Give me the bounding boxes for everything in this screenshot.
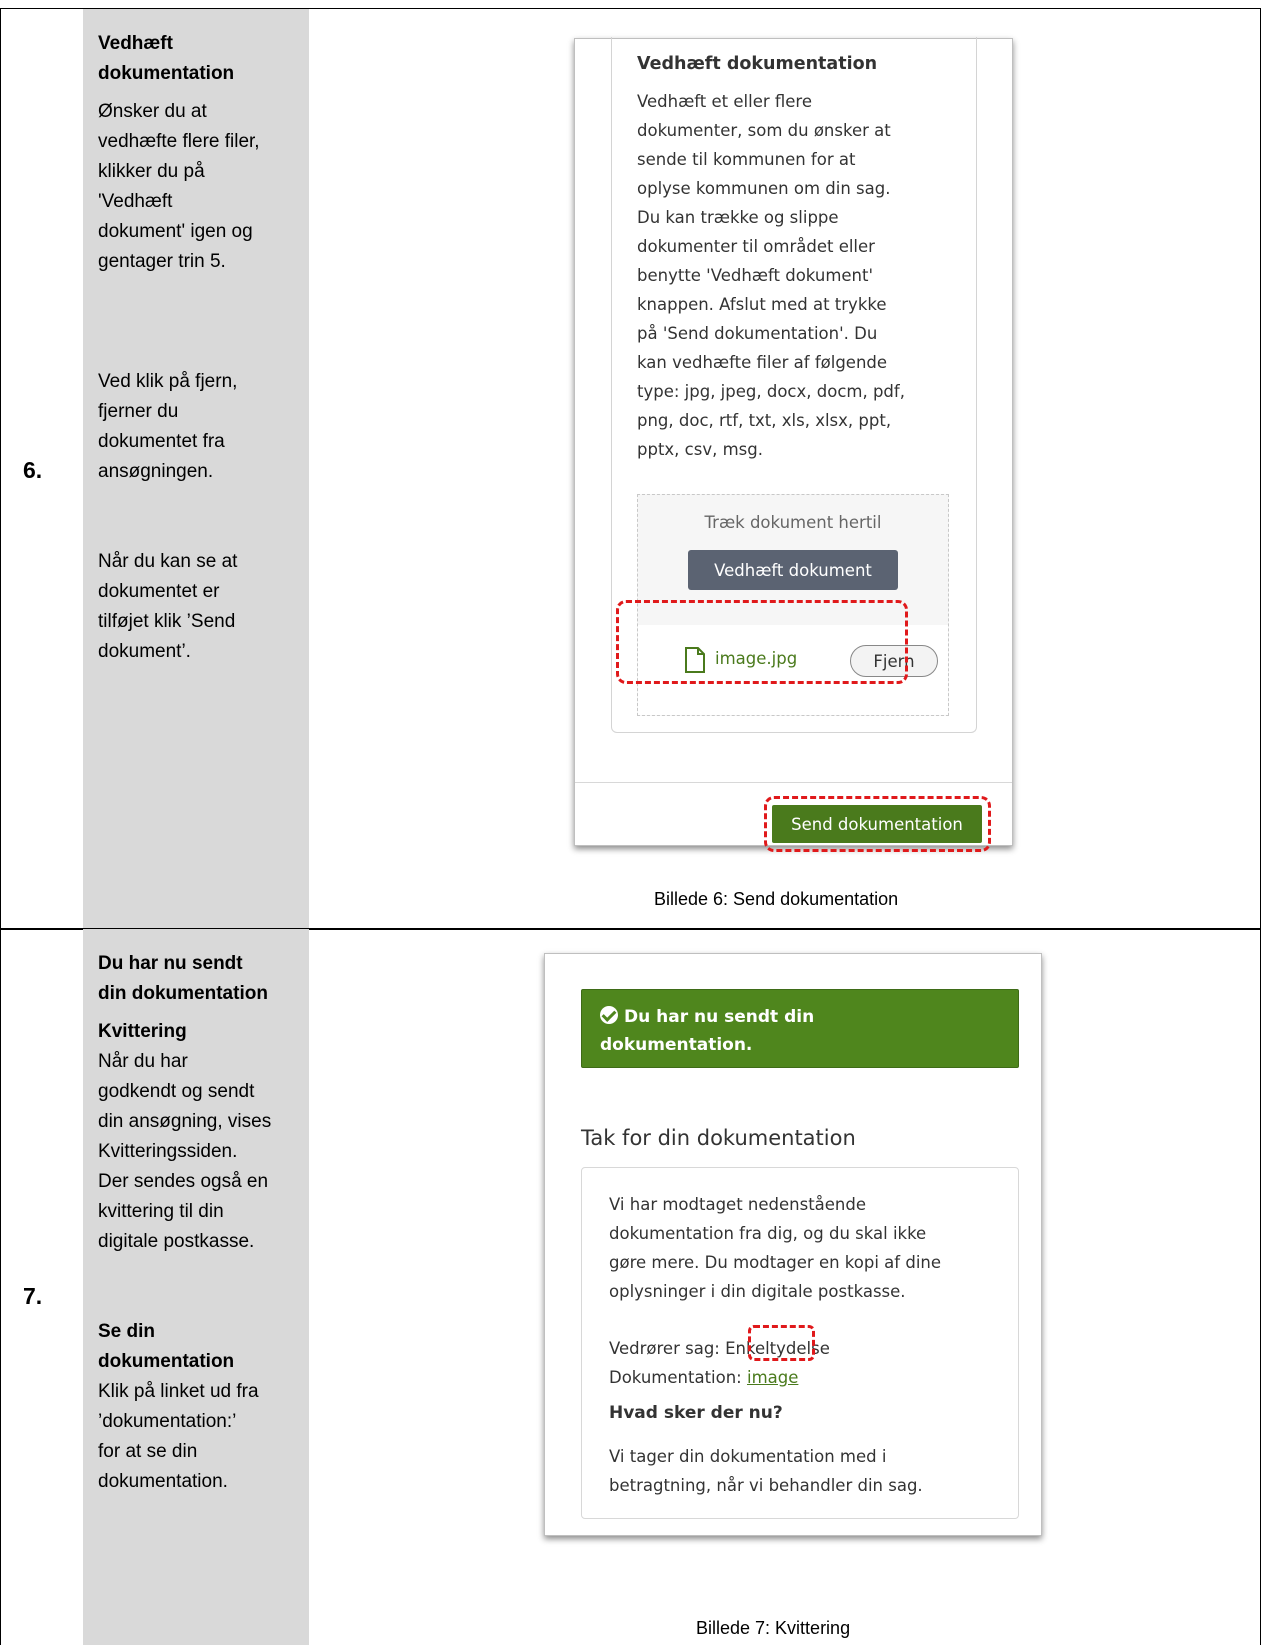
attach-documents-screenshot: Vedhæft dokumentation Vedhæft et eller f… bbox=[574, 37, 1013, 852]
next-steps-text: Vi tager din dokumentation med i betragtn… bbox=[609, 1447, 923, 1495]
attach-document-button[interactable]: Vedhæft dokument bbox=[688, 550, 898, 590]
instruction-paragraph: Når du har godkendt og sendt din ansøgning… bbox=[98, 1051, 272, 1252]
instruction-heading: Vedhæft dokumentation bbox=[98, 33, 235, 84]
instruction-subheading: Kvittering bbox=[98, 1021, 187, 1042]
instruction-paragraph: Når du kan se at dokumentet er tilføjet kl… bbox=[98, 551, 238, 662]
receipt-screenshot: Du har nu sendt din dokumentation. Tak fo… bbox=[544, 953, 1042, 1536]
panel-description: Vedhæft et eller flere dokumenter, som du… bbox=[637, 92, 905, 459]
receipt-heading: Tak for din dokumentation bbox=[581, 1126, 856, 1150]
instruction-text: Vedhæft dokumentation Ønsker du at vedhæft… bbox=[98, 29, 298, 667]
check-circle-icon bbox=[600, 1006, 618, 1024]
instruction-paragraph: Ønsker du at vedhæfte flere filer, klikker… bbox=[98, 101, 260, 272]
figure-caption: Billede 6: Send dokumentation bbox=[654, 889, 899, 909]
step-number: 7. bbox=[23, 1283, 43, 1309]
drop-zone-label: Træk dokument hertil bbox=[704, 513, 882, 532]
highlight-file-row bbox=[616, 600, 908, 684]
instruction-text: Du har nu sendt din dokumentation Kvitter… bbox=[98, 949, 298, 1497]
highlight-send-button bbox=[764, 796, 991, 852]
instruction-heading: Du har nu sendt din dokumentation bbox=[98, 953, 268, 1004]
instruction-paragraph: Klik på linket ud fra’dokumentation:’ for… bbox=[98, 1381, 259, 1492]
panel-title: Vedhæft dokumentation bbox=[637, 54, 878, 74]
instruction-subheading: Se din dokumentation bbox=[98, 1321, 235, 1372]
instruction-paragraph: Ved klik på fjern, fjerner du dokumentet f… bbox=[98, 371, 238, 482]
receipt-message: Vi har modtaget nedenstående dokumentatio… bbox=[609, 1195, 942, 1301]
documentation-label: Dokumentation: bbox=[609, 1368, 747, 1387]
next-steps-heading: Hvad sker der nu? bbox=[609, 1403, 783, 1423]
success-banner: Du har nu sendt din dokumentation. bbox=[581, 989, 1019, 1068]
step-number: 6. bbox=[23, 457, 43, 483]
step-6-row: 6. Vedhæft dokumentation Ønsker du at vedh… bbox=[0, 8, 1261, 930]
highlight-documentation-link bbox=[748, 1325, 815, 1361]
figure-caption: Billede 7: Kvittering bbox=[696, 1618, 851, 1638]
step-7-row: 7. Du har nu sendt din dokumentation Kvit… bbox=[0, 928, 1261, 1645]
documentation-link[interactable]: image bbox=[747, 1368, 798, 1387]
